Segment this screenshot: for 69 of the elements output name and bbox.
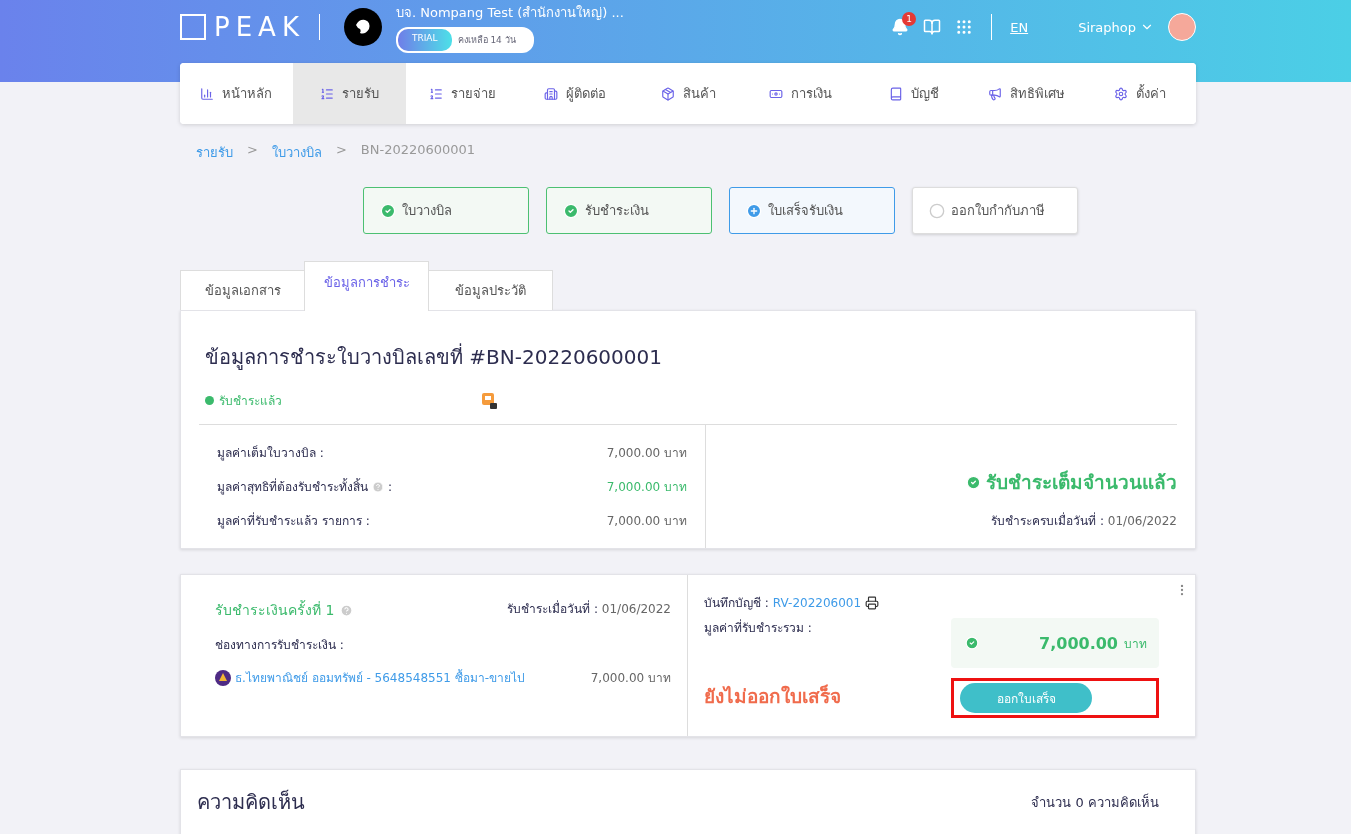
- megaphone-icon: [988, 86, 1003, 101]
- row-label: มูลค่าสุทธิที่ต้องรับชำระทั้งสิ้น: [217, 477, 368, 496]
- plus-circle-icon: [746, 202, 762, 219]
- workflow-step[interactable]: ออกใบกำกับภาษี: [912, 187, 1078, 234]
- help-book-icon[interactable]: [923, 18, 942, 36]
- check-circle-icon: [380, 202, 396, 219]
- total-amount: 7,000.00: [1039, 633, 1118, 653]
- nav-item[interactable]: สิทธิพิเศษ: [970, 63, 1084, 124]
- workflow-step[interactable]: ใบเสร็จรับเงิน: [729, 187, 895, 234]
- help-icon[interactable]: [340, 603, 354, 617]
- check-circle-icon: [966, 474, 981, 490]
- nav-item[interactable]: หน้าหลัก: [180, 63, 293, 124]
- card-title: ข้อมูลการชำระใบวางบิลเลขที่ #BN-20220600001: [204, 342, 663, 372]
- status-label: รับชำระแล้ว: [205, 391, 282, 410]
- apps-grid-icon[interactable]: [955, 18, 974, 36]
- row-value: 7,000.00 บาท: [606, 445, 687, 462]
- total-unit: บาท: [1124, 635, 1147, 653]
- nav-item[interactable]: ตั้งค่า: [1083, 63, 1196, 124]
- trial-badge: TRIAL: [397, 28, 452, 51]
- company-logo: [343, 8, 382, 46]
- nav-item[interactable]: รายจ่าย: [405, 63, 519, 124]
- building-icon: [544, 86, 559, 101]
- bank-logo-icon: [215, 669, 231, 686]
- check-circle-icon: [563, 202, 579, 219]
- account-label: บันทึกบัญชี :: [704, 595, 769, 612]
- row-value: 7,000.00 บาท: [606, 479, 687, 496]
- row-label: มูลค่าที่รับชำระแล้ว รายการ :: [217, 511, 370, 530]
- settings-icon: [1113, 86, 1128, 101]
- print-icon[interactable]: [865, 595, 880, 610]
- box-icon: [660, 86, 675, 101]
- nav-item[interactable]: สินค้า: [631, 63, 745, 124]
- total-label: มูลค่าที่รับชำระรวม :: [704, 618, 813, 638]
- circle-icon: [929, 202, 945, 219]
- tab[interactable]: ข้อมูลการชำระ: [304, 261, 429, 311]
- help-icon[interactable]: [372, 480, 384, 493]
- paid-status: รับชำระเต็มจำนวนแล้ว: [986, 469, 1177, 495]
- row-value: 7,000.00 บาท: [606, 513, 687, 530]
- chart-icon: [200, 86, 215, 101]
- locked-document-icon: [482, 392, 498, 409]
- current-page-label: BN-20220600001: [360, 142, 476, 159]
- row-label: มูลค่าเต็มใบวางบิล :: [217, 444, 324, 462]
- date-value: 01/06/2022: [1107, 514, 1177, 528]
- payment-title: รับชำระเงินครั้งที่ 1: [215, 599, 335, 620]
- list-icon: [319, 86, 334, 101]
- user-avatar[interactable]: [1168, 13, 1196, 41]
- date-label: รับชำระครบเมื่อวันที่ :: [991, 514, 1104, 528]
- tab[interactable]: ข้อมูลเอกสาร: [180, 270, 305, 310]
- channel-amount: 7,000.00 บาท: [590, 670, 671, 687]
- trial-remaining: คงเหลือ 14 วัน: [456, 33, 517, 47]
- tab[interactable]: ข้อมูลประวัติ: [428, 270, 553, 310]
- book-icon: [888, 86, 903, 101]
- nav-item[interactable]: ผู้ติดต่อ: [518, 63, 632, 124]
- date-label: รับชำระเมื่อวันที่ :: [507, 602, 598, 616]
- breadcrumb-separator: >: [247, 142, 258, 159]
- receipt-status: ยังไม่ออกใบเสร็จ: [704, 683, 842, 709]
- date-value: 01/06/2022: [601, 602, 671, 616]
- workflow-step[interactable]: ใบวางบิล: [363, 187, 529, 234]
- comments-count: จำนวน 0 ความคิดเห็น: [1031, 792, 1159, 812]
- comments-title: ความคิดเห็น: [197, 788, 305, 816]
- check-circle-icon: [965, 636, 979, 650]
- breadcrumb-separator: >: [335, 142, 347, 159]
- workflow-step[interactable]: รับชำระเงิน: [546, 187, 712, 234]
- list-icon: [428, 86, 443, 101]
- nav-item[interactable]: บัญชี: [857, 63, 971, 124]
- nav-item[interactable]: การเงิน: [744, 63, 858, 124]
- label-colon: :: [388, 479, 393, 494]
- notification-count: 1: [902, 12, 917, 26]
- channel-label: ช่องทางการรับชำระเงิน :: [215, 637, 345, 654]
- nav-item[interactable]: รายรับ: [292, 63, 406, 124]
